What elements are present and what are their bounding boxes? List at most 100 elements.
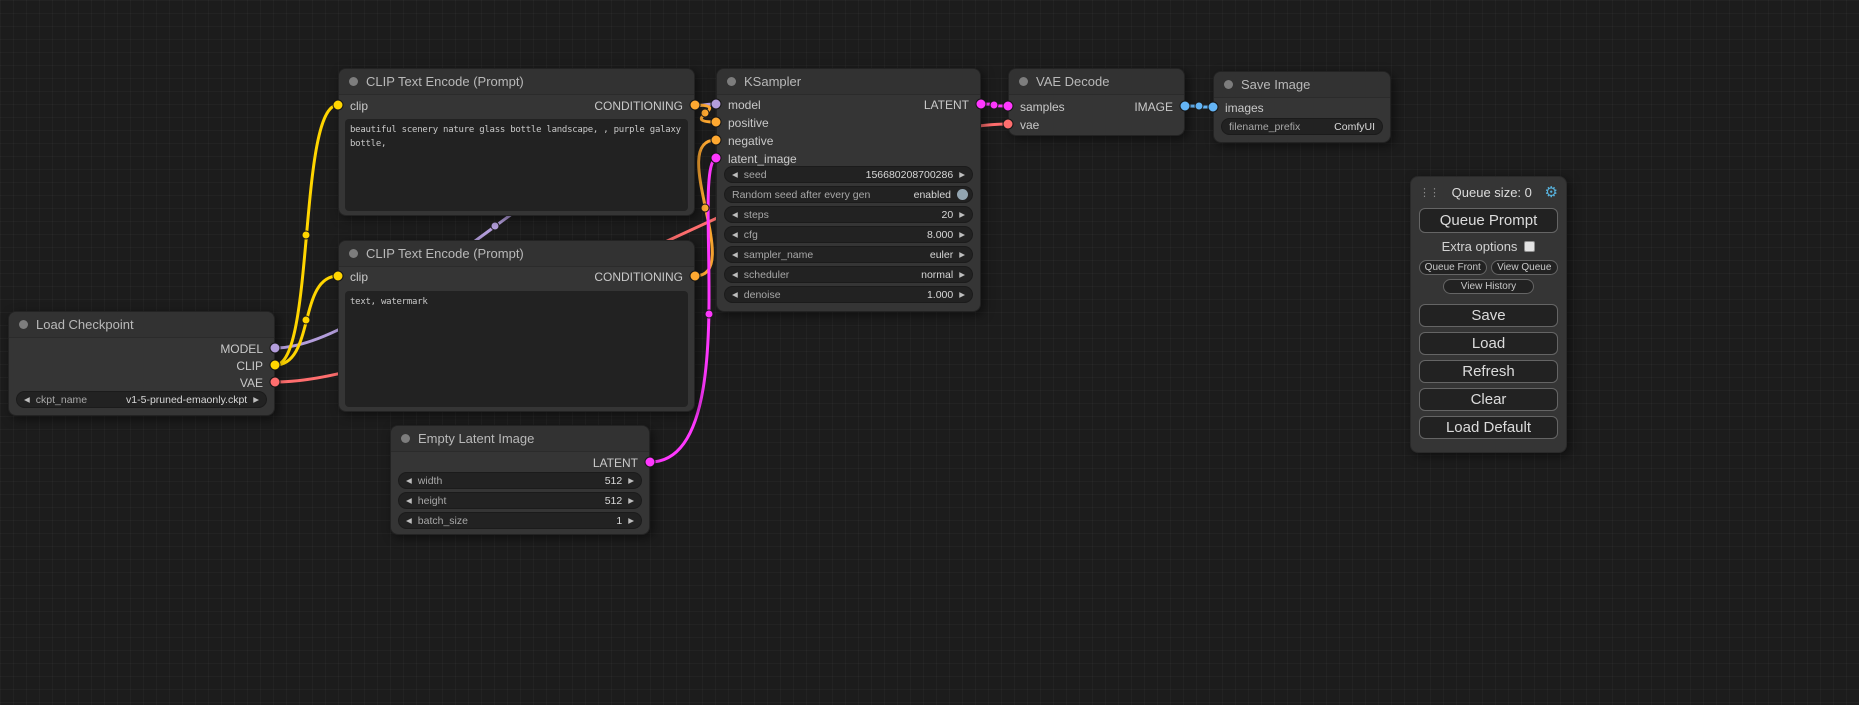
increment-arrow-icon[interactable]: ▶ <box>959 171 965 179</box>
widget-scheduler[interactable]: ◀ scheduler normal ▶ <box>724 266 973 283</box>
widget-value: ComfyUI <box>1306 121 1375 133</box>
decrement-arrow-icon[interactable]: ◀ <box>732 291 738 299</box>
load-button[interactable]: Load <box>1419 332 1558 355</box>
increment-arrow-icon[interactable]: ▶ <box>628 517 634 525</box>
collapse-dot-icon[interactable] <box>1224 80 1233 89</box>
widget-label: steps <box>744 209 769 221</box>
increment-arrow-icon[interactable]: ▶ <box>959 291 965 299</box>
node-load-checkpoint[interactable]: Load Checkpoint MODEL CLIP VAE ◀ ckpt_na… <box>8 311 275 416</box>
increment-arrow-icon[interactable]: ▶ <box>959 231 965 239</box>
node-title-bar[interactable]: Load Checkpoint <box>9 312 274 338</box>
collapse-dot-icon[interactable] <box>349 249 358 258</box>
increment-arrow-icon[interactable]: ▶ <box>959 251 965 259</box>
collapse-dot-icon[interactable] <box>1019 77 1028 86</box>
queue-front-button[interactable]: Queue Front <box>1419 260 1487 275</box>
output-row: CLIP <box>9 357 274 375</box>
widget-denoise[interactable]: ◀ denoise 1.000 ▶ <box>724 286 973 303</box>
node-empty-latent-image[interactable]: Empty Latent Image LATENT ◀ width 512 ▶ … <box>390 425 650 535</box>
widget-filename-prefix[interactable]: filename_prefix ComfyUI <box>1221 118 1383 135</box>
widget-label: seed <box>744 169 767 181</box>
drag-handle-icon[interactable]: ⋮⋮ <box>1419 186 1439 199</box>
queue-panel: ⋮⋮ Queue size: 0 ⚙ Queue Prompt Extra op… <box>1410 176 1567 453</box>
decrement-arrow-icon[interactable]: ◀ <box>732 251 738 259</box>
input-label-images: images <box>1225 101 1264 115</box>
input-label-clip: clip <box>350 270 368 284</box>
view-queue-button[interactable]: View Queue <box>1491 260 1559 275</box>
increment-arrow-icon[interactable]: ▶ <box>959 211 965 219</box>
widget-width[interactable]: ◀ width 512 ▶ <box>398 472 642 489</box>
output-row: MODEL <box>9 340 274 358</box>
node-title-bar[interactable]: Save Image <box>1214 72 1390 98</box>
widget-value: enabled <box>876 189 951 201</box>
widget-seed[interactable]: ◀ seed 156680208700286 ▶ <box>724 166 973 183</box>
collapse-dot-icon[interactable] <box>727 77 736 86</box>
save-button[interactable]: Save <box>1419 304 1558 327</box>
refresh-button[interactable]: Refresh <box>1419 360 1558 383</box>
widget-value: 1 <box>474 515 622 527</box>
output-row: VAE <box>9 374 274 392</box>
output-label-conditioning: CONDITIONING <box>594 270 683 284</box>
load-default-button[interactable]: Load Default <box>1419 416 1558 439</box>
widget-random-seed-toggle[interactable]: Random seed after every gen enabled <box>724 186 973 203</box>
negative-prompt-textarea[interactable]: text, watermark <box>345 291 688 407</box>
decrement-arrow-icon[interactable]: ◀ <box>732 211 738 219</box>
collapse-dot-icon[interactable] <box>19 320 28 329</box>
widget-value: 512 <box>452 495 622 507</box>
decrement-arrow-icon[interactable]: ◀ <box>732 231 738 239</box>
node-save-image[interactable]: Save Image images filename_prefix ComfyU… <box>1213 71 1391 143</box>
decrement-arrow-icon[interactable]: ◀ <box>406 477 412 485</box>
widget-label: width <box>418 475 443 487</box>
output-label-conditioning: CONDITIONING <box>594 99 683 113</box>
decrement-arrow-icon[interactable]: ◀ <box>24 396 30 404</box>
node-title: VAE Decode <box>1036 74 1109 89</box>
positive-prompt-textarea[interactable]: beautiful scenery nature glass bottle la… <box>345 119 688 211</box>
widget-height[interactable]: ◀ height 512 ▶ <box>398 492 642 509</box>
output-label-clip: CLIP <box>236 359 263 373</box>
queue-size-label: Queue size: 0 <box>1452 185 1532 200</box>
node-title-bar[interactable]: CLIP Text Encode (Prompt) <box>339 69 694 95</box>
widget-ckpt-name[interactable]: ◀ ckpt_name v1-5-pruned-emaonly.ckpt ▶ <box>16 391 267 408</box>
decrement-arrow-icon[interactable]: ◀ <box>406 497 412 505</box>
decrement-arrow-icon[interactable]: ◀ <box>406 517 412 525</box>
decrement-arrow-icon[interactable]: ◀ <box>732 271 738 279</box>
settings-gear-icon[interactable]: ⚙ <box>1545 183 1558 201</box>
widget-sampler-name[interactable]: ◀ sampler_name euler ▶ <box>724 246 973 263</box>
increment-arrow-icon[interactable]: ▶ <box>959 271 965 279</box>
extra-options-checkbox[interactable] <box>1524 241 1535 252</box>
increment-arrow-icon[interactable]: ▶ <box>628 497 634 505</box>
node-clip-text-encode-positive[interactable]: CLIP Text Encode (Prompt) clip CONDITION… <box>338 68 695 216</box>
input-label-clip: clip <box>350 99 368 113</box>
link-midpoint-dot <box>302 231 310 239</box>
widget-label: batch_size <box>418 515 468 527</box>
clear-button[interactable]: Clear <box>1419 388 1558 411</box>
node-title-bar[interactable]: CLIP Text Encode (Prompt) <box>339 241 694 267</box>
output-row: LATENT <box>391 454 649 472</box>
toggle-knob-icon[interactable] <box>957 189 968 200</box>
node-title: Load Checkpoint <box>36 317 134 332</box>
node-clip-text-encode-negative[interactable]: CLIP Text Encode (Prompt) clip CONDITION… <box>338 240 695 412</box>
collapse-dot-icon[interactable] <box>349 77 358 86</box>
widget-steps[interactable]: ◀ steps 20 ▶ <box>724 206 973 223</box>
node-title-bar[interactable]: VAE Decode <box>1009 69 1184 95</box>
collapse-dot-icon[interactable] <box>401 434 410 443</box>
widget-value: euler <box>819 249 953 261</box>
queue-prompt-button[interactable]: Queue Prompt <box>1419 208 1558 233</box>
input-label-model: model <box>728 98 761 112</box>
node-title-bar[interactable]: Empty Latent Image <box>391 426 649 452</box>
widget-batch-size[interactable]: ◀ batch_size 1 ▶ <box>398 512 642 529</box>
input-label-latent-image: latent_image <box>728 152 797 166</box>
node-ksampler[interactable]: KSampler model LATENT positive negative … <box>716 68 981 312</box>
view-history-button[interactable]: View History <box>1443 279 1535 294</box>
io-row: clip CONDITIONING <box>339 268 694 286</box>
widget-value: 1.000 <box>787 289 954 301</box>
extra-options-row: Extra options <box>1419 239 1558 253</box>
widget-cfg[interactable]: ◀ cfg 8.000 ▶ <box>724 226 973 243</box>
decrement-arrow-icon[interactable]: ◀ <box>732 171 738 179</box>
queue-buttons-row: Queue Front View Queue <box>1419 260 1558 275</box>
increment-arrow-icon[interactable]: ▶ <box>253 396 259 404</box>
node-vae-decode[interactable]: VAE Decode samples IMAGE vae <box>1008 68 1185 136</box>
widget-label: Random seed after every gen <box>732 189 870 201</box>
input-label-samples: samples <box>1020 100 1065 114</box>
node-title-bar[interactable]: KSampler <box>717 69 980 95</box>
increment-arrow-icon[interactable]: ▶ <box>628 477 634 485</box>
